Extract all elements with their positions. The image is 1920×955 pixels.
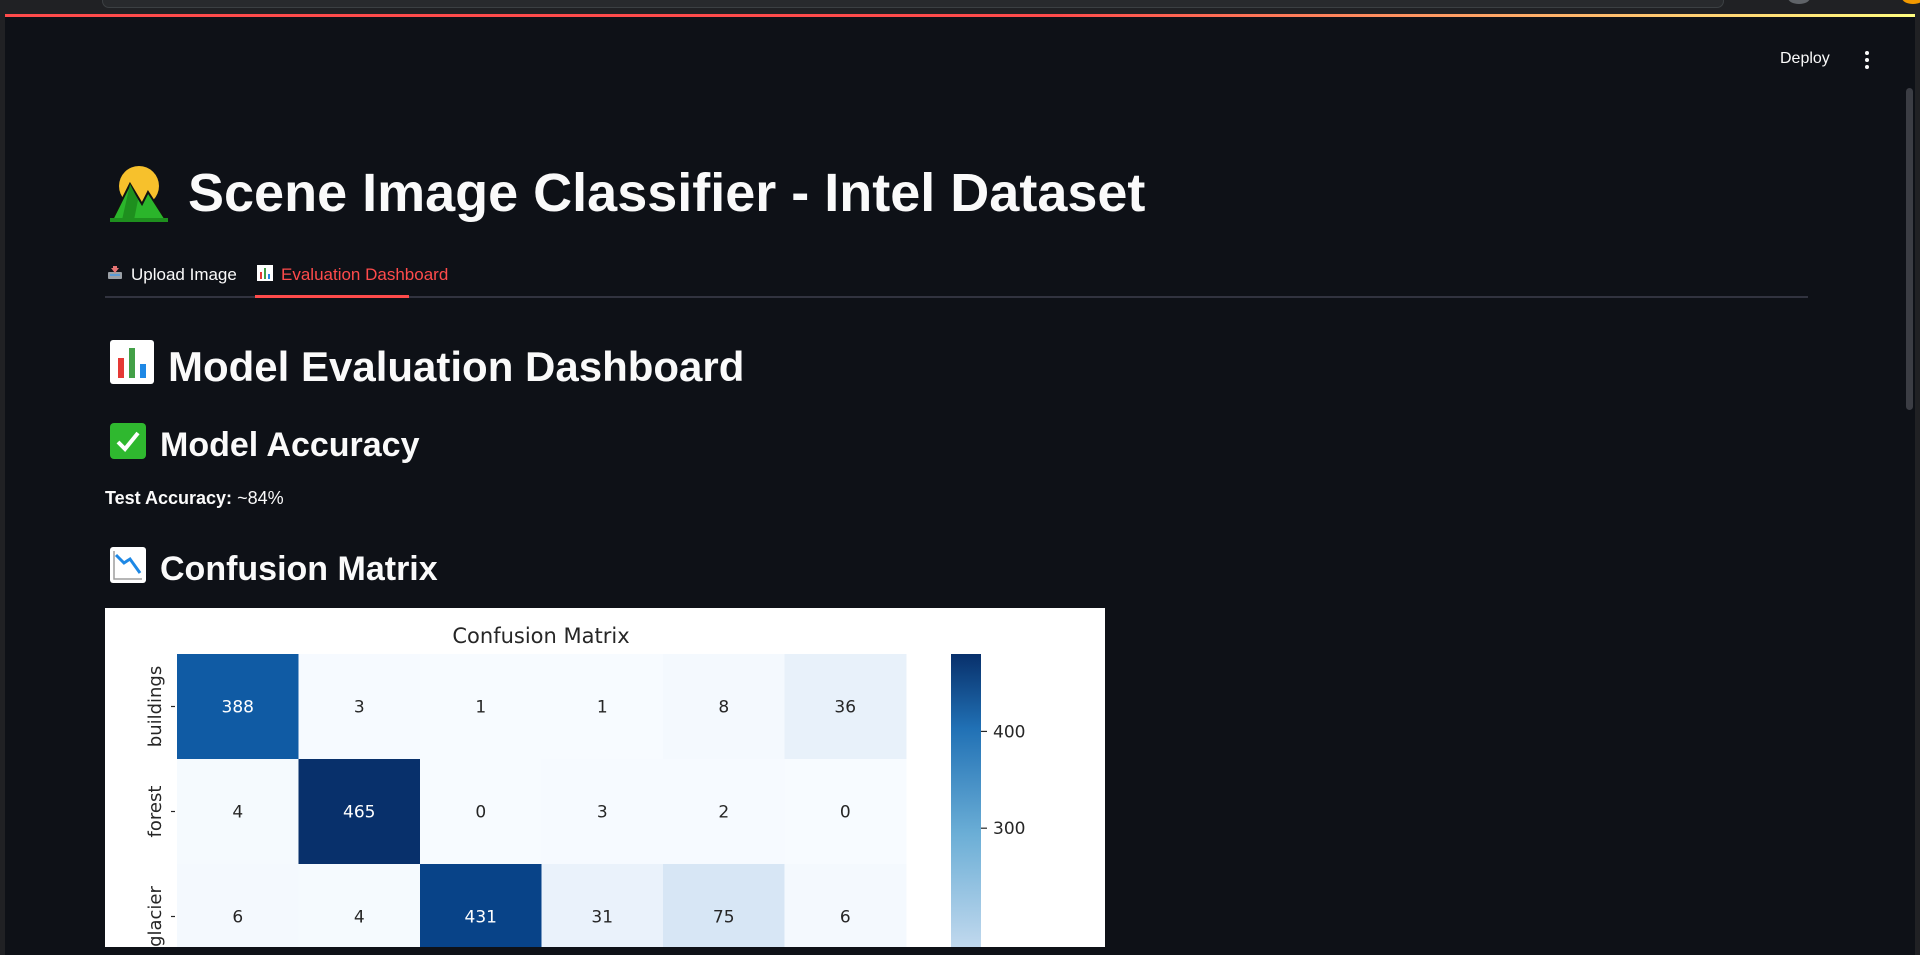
check-mark-icon xyxy=(110,423,146,468)
app-decoration-bar xyxy=(5,14,1915,17)
browser-profile-icon[interactable] xyxy=(1788,0,1810,4)
heatmap-value-label: 388 xyxy=(222,698,254,718)
kebab-menu-icon[interactable] xyxy=(1858,50,1876,70)
y-axis-label: glacier xyxy=(145,885,166,946)
heatmap-value-label: 6 xyxy=(840,908,851,928)
confusion-matrix-chart: Confusion Matrix 388 3 1 1 8 36 4 465 0 3 2 0 6 4 431 3… xyxy=(105,608,1105,947)
heatmap-value-label: 431 xyxy=(465,908,497,928)
chart-decreasing-icon xyxy=(110,547,146,592)
chart-title: Confusion Matrix xyxy=(452,624,629,648)
deploy-button[interactable]: Deploy xyxy=(1770,42,1840,76)
tab-bar: Upload Image Evaluation Dashboard xyxy=(105,254,1808,298)
accuracy-heading: Model Accuracy xyxy=(110,423,420,468)
accuracy-label: Test Accuracy: xyxy=(105,488,233,508)
window-frame-right xyxy=(1915,14,1920,955)
heatmap-value-label: 1 xyxy=(475,698,486,718)
browser-extension-icon[interactable] xyxy=(1902,0,1920,4)
heatmap-value-label: 465 xyxy=(343,803,375,823)
heatmap-value-label: 75 xyxy=(713,908,735,928)
heatmap-value-label: 6 xyxy=(232,908,243,928)
scrollbar[interactable] xyxy=(1906,88,1913,410)
heatmap-value-label: 8 xyxy=(718,698,729,718)
heatmap-value-label: 3 xyxy=(597,803,608,823)
tab-upload-image-label: Upload Image xyxy=(131,265,237,284)
tab-evaluation-dashboard-label: Evaluation Dashboard xyxy=(281,265,449,284)
heatmap-value-label: 3 xyxy=(354,698,365,718)
heatmap-cell xyxy=(663,864,785,947)
accuracy-heading-text: Model Accuracy xyxy=(160,426,420,464)
heatmap-value-label: 1 xyxy=(597,698,608,718)
colorbar xyxy=(951,654,981,947)
y-axis-label: buildings xyxy=(145,666,166,747)
browser-top-bar xyxy=(0,0,1920,14)
accuracy-text: Test Accuracy: ~84% xyxy=(105,488,284,509)
heatmap-value-label: 31 xyxy=(591,908,613,928)
heatmap-value-label: 4 xyxy=(354,908,365,928)
sunrise-over-mountains-icon xyxy=(108,162,170,224)
confusion-matrix-heading: Confusion Matrix xyxy=(110,547,438,592)
heatmap-cell xyxy=(298,864,421,947)
heatmap-value-label: 0 xyxy=(475,803,486,823)
accuracy-value: ~84% xyxy=(237,488,284,508)
dashboard-heading: Model Evaluation Dashboard xyxy=(110,340,744,394)
confusion-matrix-svg: Confusion Matrix 388 3 1 1 8 364 465 0 3 2 06 4 431 3… xyxy=(145,624,1025,947)
inbox-tray-icon xyxy=(107,265,123,285)
heatmap-value-label: 4 xyxy=(232,803,243,823)
tab-upload-image[interactable]: Upload Image xyxy=(107,260,237,290)
confusion-matrix-heading-text: Confusion Matrix xyxy=(160,550,438,588)
active-tab-indicator xyxy=(255,295,409,298)
page-title: Scene Image Classifier - Intel Dataset xyxy=(108,158,1145,228)
heatmap-value-label: 2 xyxy=(718,803,729,823)
heatmap-cell xyxy=(541,864,664,947)
heatmap-cell xyxy=(420,864,542,947)
browser-address-bar[interactable] xyxy=(102,0,1724,8)
bar-chart-icon xyxy=(257,264,273,286)
colorbar-tick-label: 300 xyxy=(993,819,1025,839)
y-axis-label: forest xyxy=(145,786,166,838)
heatmap-value-label: 36 xyxy=(834,698,856,718)
bar-chart-icon xyxy=(110,340,154,394)
tab-evaluation-dashboard[interactable]: Evaluation Dashboard xyxy=(257,260,448,290)
heatmap-cell xyxy=(784,864,907,947)
colorbar-tick-label: 400 xyxy=(993,722,1025,742)
dashboard-heading-text: Model Evaluation Dashboard xyxy=(168,343,745,390)
page-title-text: Scene Image Classifier - Intel Dataset xyxy=(188,163,1146,223)
heatmap-value-label: 0 xyxy=(840,803,851,823)
heatmap-cell xyxy=(177,864,299,947)
